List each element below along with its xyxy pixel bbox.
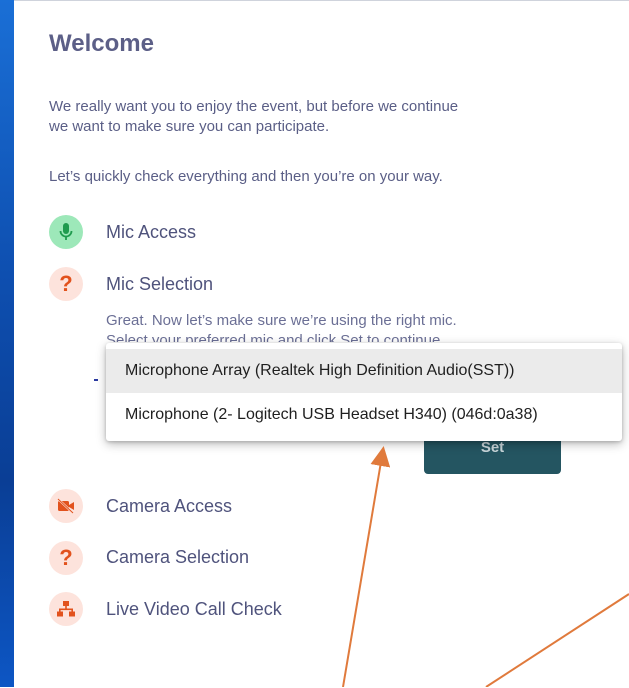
- step-mic-access: Mic Access: [106, 222, 197, 242]
- set-button-label: Set: [480, 439, 505, 456]
- step-live-video-call-check: Live Video Call Check: [106, 599, 282, 619]
- intro-line-1: We really want you to enjoy the event, b…: [49, 98, 459, 115]
- welcome-dialog: Welcome We really want you to enjoy the …: [14, 0, 629, 688]
- mic-selection-instruction: Select your preferred mic and click Set …: [106, 332, 445, 342]
- check-text: Let’s quickly check everything and then …: [49, 168, 443, 185]
- step-camera-selection: Camera Selection: [106, 547, 250, 567]
- question-icon: ?: [49, 541, 83, 575]
- step-mic-selection: Mic Selection: [106, 274, 214, 294]
- intro-text: We really want you to enjoy the event, b…: [49, 97, 569, 137]
- step-camera-access: Camera Access: [106, 496, 233, 516]
- mic-select-field[interactable]: [94, 357, 98, 381]
- mic-dropdown-list[interactable]: Microphone Array (Realtek High Definitio…: [106, 343, 622, 441]
- mic-selection-description: Great. Now let’s make sure we’re using t…: [106, 312, 457, 329]
- mic-option[interactable]: Microphone (2- Logitech USB Headset H340…: [106, 393, 622, 437]
- desktop-background: [0, 0, 14, 687]
- camera-off-icon: [49, 489, 83, 523]
- intro-line-2: we want to make sure you can participate…: [49, 118, 330, 135]
- mic-option[interactable]: Microphone Array (Realtek High Definitio…: [106, 349, 622, 393]
- microphone-icon: [49, 215, 83, 249]
- network-icon: [49, 592, 83, 626]
- page-title: Welcome: [49, 30, 154, 57]
- question-icon: ?: [49, 267, 83, 301]
